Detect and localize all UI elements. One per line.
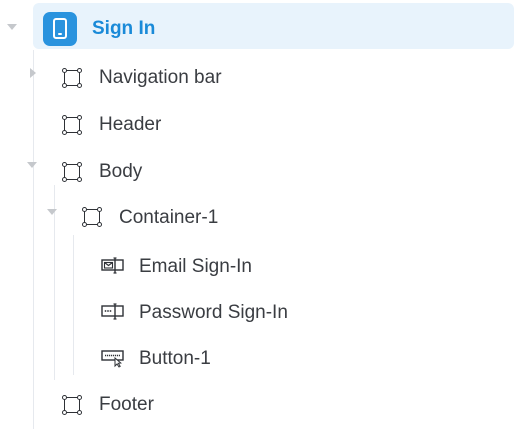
tree-item-label: Email Sign-In — [139, 256, 252, 277]
expand-caret-icon[interactable] — [7, 24, 17, 30]
container-icon — [62, 395, 82, 415]
expand-caret-icon[interactable] — [47, 209, 57, 215]
tree-item-container-1[interactable]: Container-1 — [0, 196, 525, 240]
expand-caret-icon[interactable] — [27, 162, 37, 168]
phone-screen-icon — [43, 12, 77, 46]
tree-item-label: Button-1 — [139, 348, 211, 369]
tree-item-body[interactable]: Body — [0, 150, 525, 194]
tree-item-footer[interactable]: Footer — [0, 383, 525, 427]
tree-item-label: Container-1 — [119, 207, 219, 228]
tree-item-label: Header — [99, 114, 162, 135]
tree-item-label: Password Sign-In — [139, 302, 288, 323]
tree-item-email-sign-in[interactable]: Email Sign-In — [0, 244, 525, 288]
tree-item-label: Sign In — [92, 18, 156, 39]
container-icon — [62, 162, 82, 182]
tree-item-label: Footer — [99, 394, 154, 415]
layer-tree: Sign In Navigation bar Header Body Conta… — [0, 0, 525, 429]
container-icon — [62, 115, 82, 135]
button-component-icon — [101, 350, 124, 368]
tree-item-header[interactable]: Header — [0, 103, 525, 147]
collapse-caret-icon[interactable] — [30, 68, 36, 78]
tree-item-navigation-bar[interactable]: Navigation bar — [0, 55, 525, 99]
container-icon — [82, 207, 102, 227]
tree-item-sign-in[interactable]: Sign In — [0, 3, 525, 49]
email-input-icon — [101, 257, 124, 274]
password-input-icon — [101, 303, 124, 320]
tree-item-password-sign-in[interactable]: Password Sign-In — [0, 290, 525, 334]
tree-item-label: Body — [99, 161, 143, 182]
tree-item-button-1[interactable]: Button-1 — [0, 336, 525, 380]
container-icon — [62, 68, 82, 88]
tree-item-label: Navigation bar — [99, 67, 222, 88]
